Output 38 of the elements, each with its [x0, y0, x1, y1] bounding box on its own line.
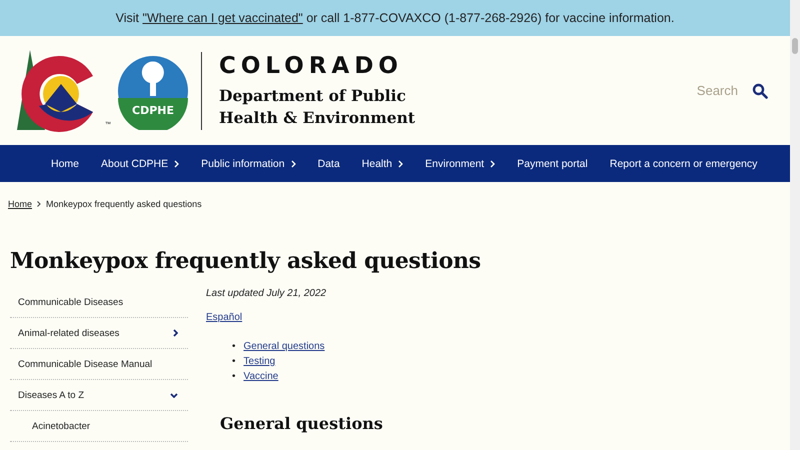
nav-link[interactable]: Data — [318, 158, 340, 170]
breadcrumb-link[interactable]: Home — [8, 199, 32, 209]
nav-link[interactable]: Report a concern or emergency — [610, 158, 758, 170]
breadcrumb-current: Monkeypox frequently asked questions — [46, 199, 202, 209]
search-field[interactable]: Search — [688, 83, 738, 98]
last-updated-text: Last updated July 21, 2022 — [206, 288, 328, 299]
language-link[interactable]: Español — [206, 312, 242, 323]
toc-link[interactable]: Testing — [244, 356, 276, 367]
nav-link[interactable]: Public information — [201, 158, 296, 170]
nav-link[interactable]: Home — [51, 158, 80, 170]
chevron-down-icon — [170, 392, 178, 398]
sidebar-item[interactable]: Animal-related diseases — [10, 318, 188, 349]
search-icon[interactable] — [752, 82, 768, 98]
nav-link[interactable]: About CDPHE — [101, 158, 180, 170]
chevron-right-icon — [173, 329, 178, 337]
bullet-mark: • — [232, 356, 236, 367]
toc-link[interactable]: Vaccine — [244, 371, 278, 382]
badge-text: CDPHE — [132, 104, 174, 116]
bullet-mark: • — [232, 371, 236, 382]
vaccination-link[interactable]: "Where can I get vaccinated" — [142, 11, 303, 25]
scrollbar[interactable] — [790, 0, 800, 450]
sidebar-item[interactable]: Diseases A to Z — [10, 380, 188, 411]
chevron-right-icon — [37, 201, 42, 207]
sidebar-item[interactable]: Acinetobacter — [10, 411, 188, 442]
section-heading: General questions — [220, 414, 383, 433]
state-logo-icon — [17, 50, 93, 132]
page-title: Monkeypox frequently asked questions — [10, 248, 482, 274]
banner-text: Visit "Where can I get vaccinated" or call 1-877-COVAXCO (1-877-268-2926) for vaccine information. — [116, 11, 674, 25]
sidebar-item[interactable]: Communicable Disease Manual — [10, 349, 188, 380]
state-name: COLORADO — [219, 52, 404, 78]
badge-logo-icon — [118, 56, 188, 130]
department-name: Department of Public Health & Environment — [219, 84, 416, 128]
nav-link[interactable]: Environment — [425, 158, 496, 170]
toc-link[interactable]: General questions — [244, 341, 325, 352]
nav-link[interactable]: Payment portal — [517, 158, 588, 170]
bullet-mark: • — [232, 341, 236, 352]
sidebar-item[interactable]: Communicable Diseases — [10, 287, 188, 318]
nav-link[interactable]: Health — [362, 158, 404, 170]
